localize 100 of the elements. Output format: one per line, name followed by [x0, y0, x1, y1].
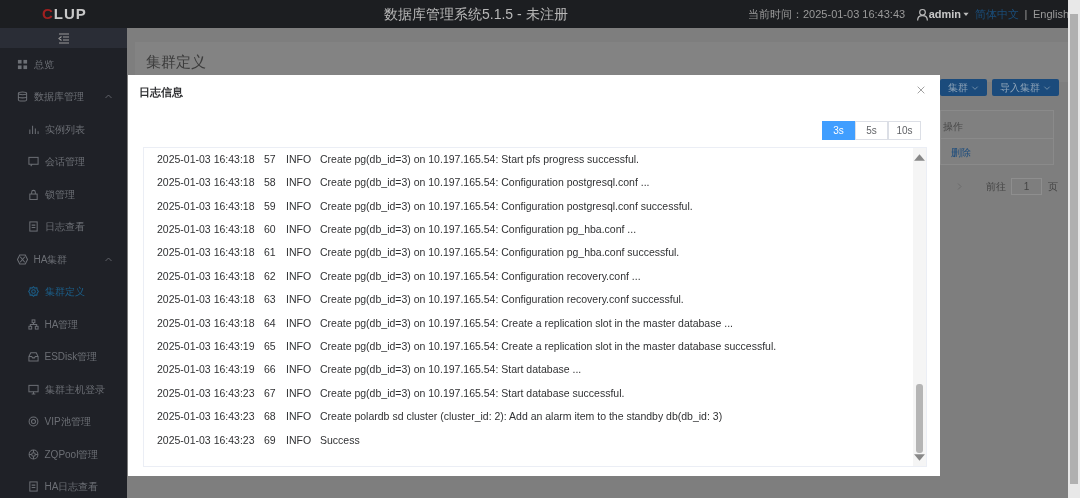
log-message: Create pg(db_id=3) on 10.197.165.54: Configuration pg_hba.conf successful.: [320, 245, 680, 261]
sitemap-icon: [28, 318, 39, 330]
log-time: 2025-01-03 16:43:18: [157, 151, 256, 167]
chevron-down-icon: [970, 83, 979, 92]
sidebar-item[interactable]: 集群定义: [0, 275, 127, 308]
log-level: INFO: [286, 315, 313, 331]
log-time: 2025-01-03 16:43:19: [157, 362, 256, 378]
log-level: INFO: [286, 432, 313, 448]
log-time: 2025-01-03 16:43:18: [157, 292, 256, 308]
chevron-down-icon: [1043, 83, 1051, 92]
log-sequence: 69: [264, 432, 277, 448]
language-link[interactable]: English: [1032, 5, 1069, 23]
log-level: INFO: [286, 198, 313, 214]
bar-chart-icon: [28, 123, 39, 135]
log-sequence: 60: [264, 222, 277, 237]
chat-icon: [28, 156, 39, 168]
log-sequence: 58: [264, 175, 277, 191]
log-level: INFO: [286, 222, 313, 237]
sidebar-item[interactable]: ESDisk管理: [0, 340, 127, 373]
hexagon-icon: [17, 253, 28, 265]
app-title: 数据库管理系统5.1.5 - 未注册: [384, 4, 568, 24]
log-time: 2025-01-03 16:43:19: [157, 338, 256, 354]
interval-button[interactable]: 5s: [855, 121, 888, 140]
log-sequence: 63: [264, 292, 277, 308]
log-message: Create pg(db_id=3) on 10.197.165.54: Start database ...: [320, 362, 582, 378]
log-sequence: 59: [264, 198, 277, 214]
monitor-icon: [28, 383, 39, 395]
log-scrollbar[interactable]: [913, 148, 926, 466]
log-time: 2025-01-03 16:43:23: [157, 385, 256, 401]
sidebar-item[interactable]: 集群主机登录: [0, 373, 127, 406]
log-level: INFO: [286, 338, 313, 354]
log-time: 2025-01-03 16:43:18: [157, 268, 256, 284]
log-sequence: 65: [264, 338, 277, 354]
log-sequence: 57: [264, 151, 277, 167]
log-time: 2025-01-03 16:43:23: [157, 432, 256, 448]
log-time: 2025-01-03 16:43:18: [157, 198, 256, 214]
log-time: 2025-01-03 16:43:18: [157, 245, 256, 261]
delete-link[interactable]: 删除: [951, 145, 971, 160]
log-message: Create pg(db_id=3) on 10.197.165.54: Create a replication slot in the master database successful.: [320, 338, 777, 354]
page-scrollbar[interactable]: [1068, 0, 1080, 498]
sidebar-item[interactable]: ZQPool管理: [0, 438, 127, 471]
dialog-title: 日志信息: [139, 85, 183, 100]
sidebar-item[interactable]: HA日志查看: [0, 470, 127, 498]
sidebar-item[interactable]: 数据库管理: [0, 80, 127, 113]
interval-button[interactable]: 3s: [822, 121, 855, 140]
sidebar-item[interactable]: HA集群: [0, 243, 127, 276]
close-icon[interactable]: [916, 85, 926, 95]
log-time: 2025-01-03 16:43:18: [157, 315, 256, 331]
log-sequence: 61: [264, 245, 277, 261]
sidebar-item[interactable]: 总览: [0, 48, 127, 81]
inbox-icon: [28, 351, 39, 363]
logo: CLUP: [42, 3, 88, 24]
dropdown-button[interactable]: 导入集群: [992, 79, 1059, 96]
page-title: 集群定义: [146, 51, 206, 72]
log-time: 2025-01-03 16:43:23: [157, 409, 256, 425]
user-menu[interactable]: admin: [928, 5, 962, 23]
language-link[interactable]: 简体中文: [975, 5, 1020, 23]
log-level: INFO: [286, 268, 313, 284]
log-message: Create pg(db_id=3) on 10.197.165.54: Start database successful.: [320, 385, 625, 401]
dropdown-button[interactable]: 集群: [940, 79, 987, 96]
log-message: Create pg(db_id=3) on 10.197.165.54: Configuration pg_hba.conf ...: [320, 222, 637, 237]
log-message: Create pg(db_id=3) on 10.197.165.54: Configuration postgresql.conf ...: [320, 175, 650, 191]
page-input[interactable]: 1: [1011, 178, 1042, 195]
document-icon: [28, 481, 39, 493]
sidebar-item[interactable]: 实例列表: [0, 113, 127, 146]
log-time: 2025-01-03 16:43:18: [157, 175, 256, 191]
caret-icon: [961, 10, 970, 18]
separator: |: [1024, 6, 1028, 22]
log-message: Create pg(db_id=3) on 10.197.165.54: Configuration postgresql.conf successful.: [320, 198, 693, 214]
log-message: Create pg(db_id=3) on 10.197.165.54: Start pfs progress successful.: [320, 151, 639, 167]
log-sequence: 64: [264, 315, 277, 331]
log-level: INFO: [286, 385, 313, 401]
current-time: 当前时间：2025-01-03 16:43:43: [748, 6, 906, 22]
log-level: INFO: [286, 292, 313, 308]
log-message: Create pg(db_id=3) on 10.197.165.54: Create a replication slot in the master database ...: [320, 315, 733, 331]
log-time: 2025-01-03 16:43:18: [157, 222, 256, 237]
log-sequence: 67: [264, 385, 277, 401]
log-level: INFO: [286, 409, 313, 425]
log-level: INFO: [286, 362, 313, 378]
grid-icon: [17, 58, 28, 70]
sidebar-item[interactable]: 锁管理: [0, 178, 127, 211]
lock-icon: [28, 188, 39, 200]
sidebar-item[interactable]: 日志查看: [0, 210, 127, 243]
log-message: Success: [320, 432, 360, 448]
log-sequence: 68: [264, 409, 277, 425]
log-sequence: 66: [264, 362, 277, 378]
scrollbar-thumb[interactable]: [916, 383, 923, 453]
sidebar-item[interactable]: VIP池管理: [0, 405, 127, 438]
user-icon: [916, 7, 930, 21]
interval-button[interactable]: 10s: [888, 121, 921, 140]
sidebar-item[interactable]: HA管理: [0, 308, 127, 341]
menu-icon: [57, 32, 70, 44]
log-sequence: 62: [264, 268, 277, 284]
log-message: Create polardb sd cluster (cluster_id: 2): Add an alarm item to the standby db(db_id: 3): [320, 409, 723, 425]
log-level: INFO: [286, 151, 313, 167]
database-icon: [17, 91, 28, 103]
log-message: Create pg(db_id=3) on 10.197.165.54: Configuration recovery.conf ...: [320, 268, 641, 284]
log-level: INFO: [286, 245, 313, 261]
log-message: Create pg(db_id=3) on 10.197.165.54: Configuration recovery.conf successful.: [320, 292, 684, 308]
sidebar-item[interactable]: 会话管理: [0, 145, 127, 178]
